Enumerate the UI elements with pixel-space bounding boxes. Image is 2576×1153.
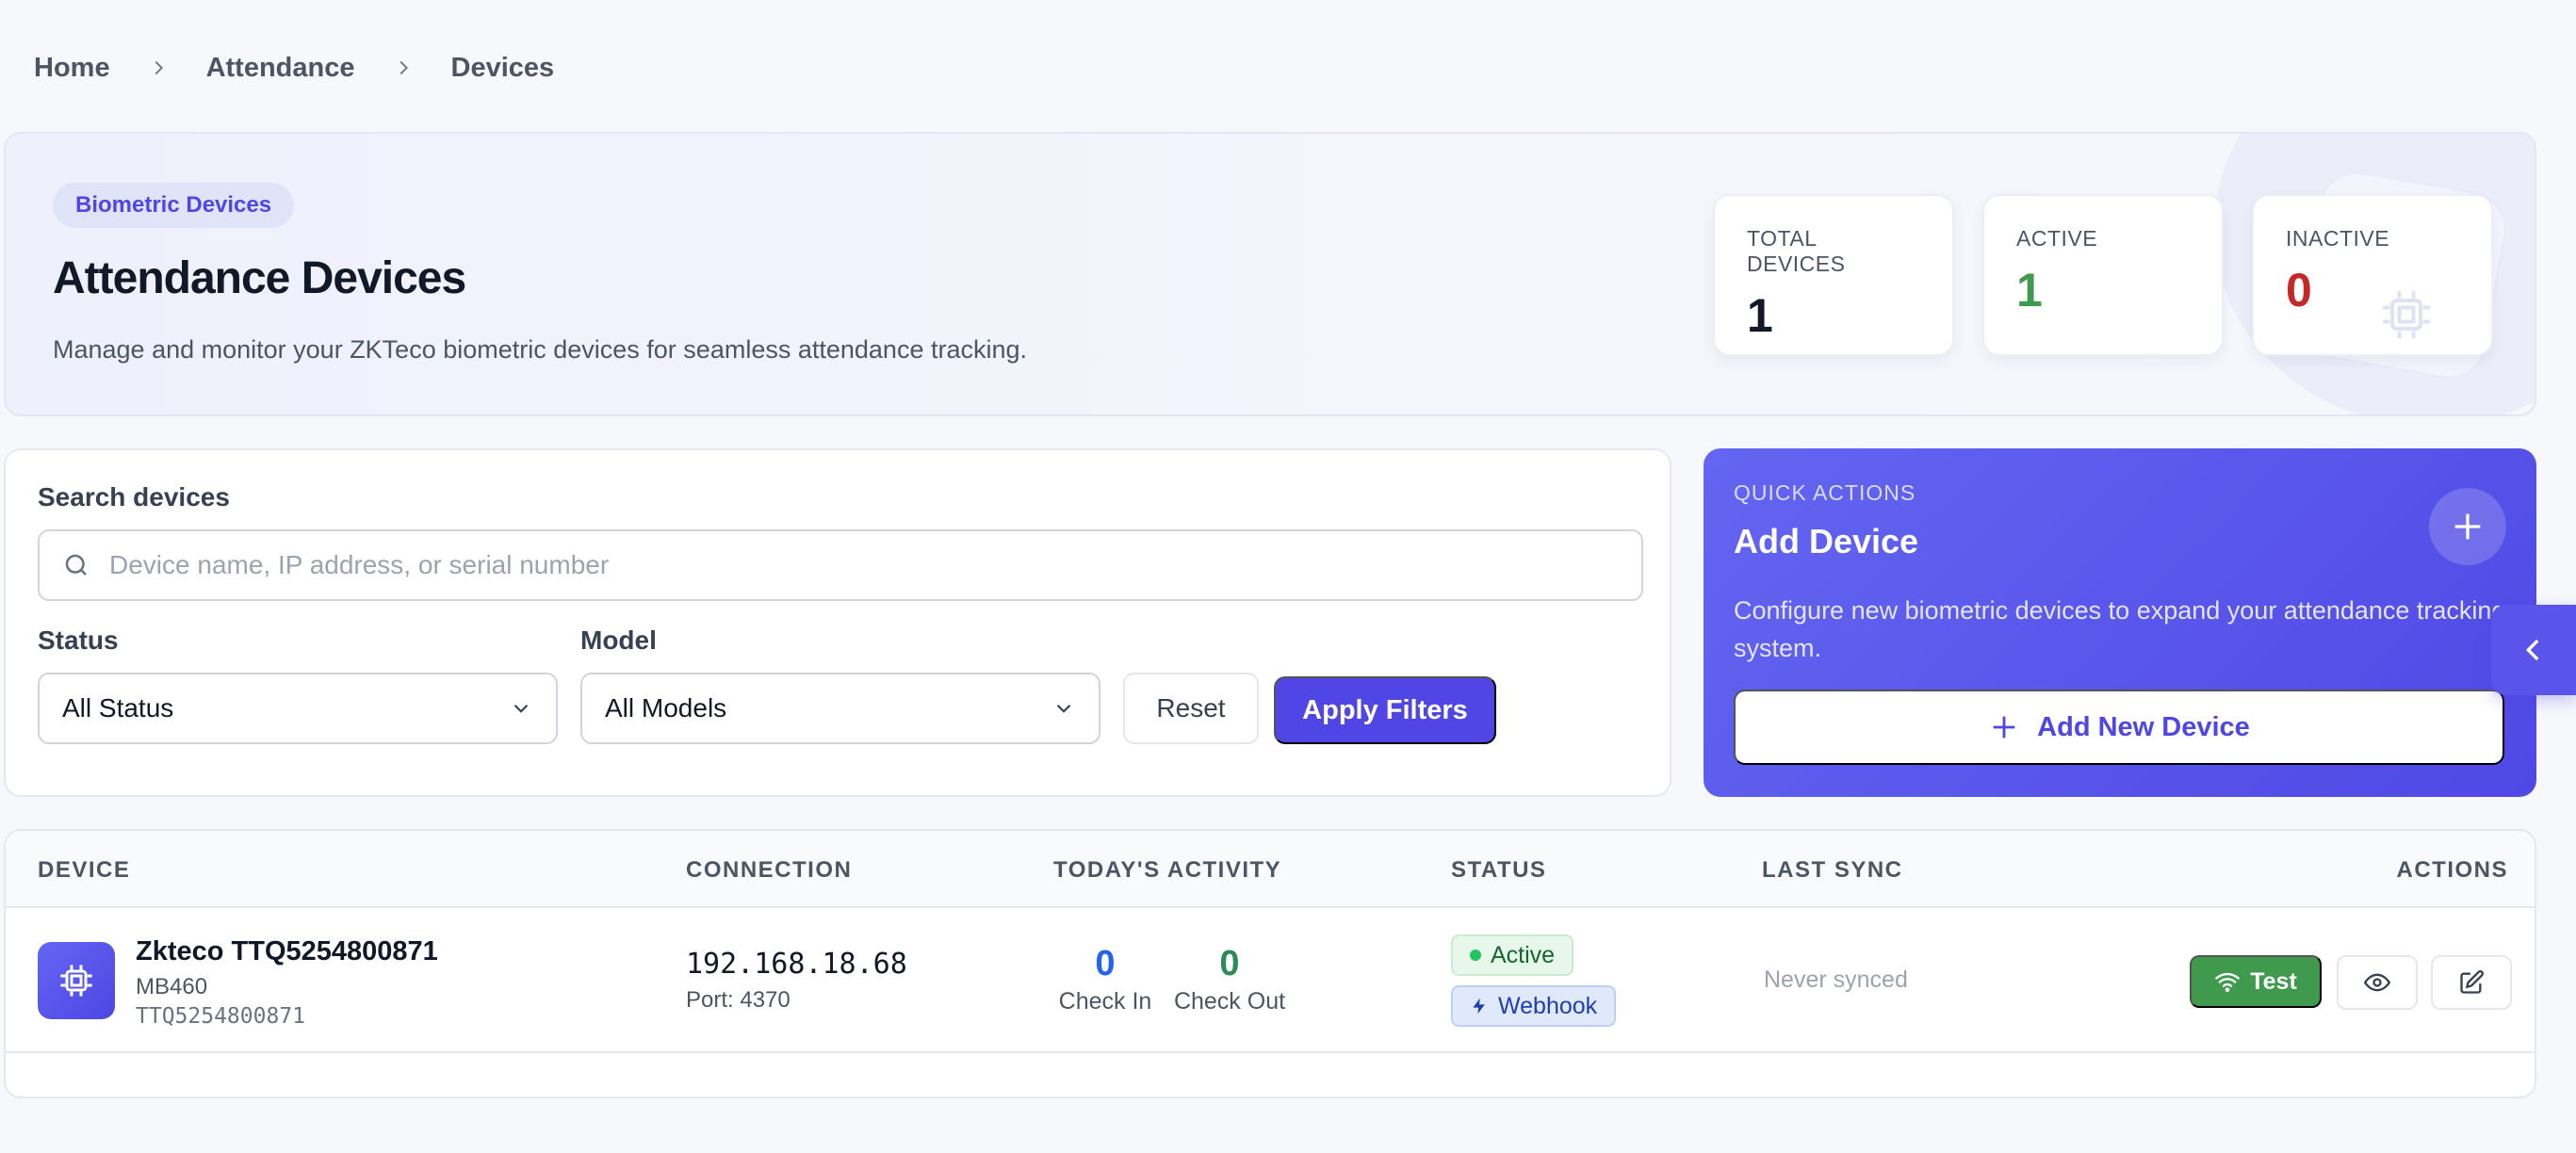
table-row: Zkteco TTQ5254800871 MB460 TTQ5254800871… — [6, 908, 2535, 1053]
model-selected-value: All Models — [605, 693, 727, 723]
chevron-down-icon — [514, 704, 529, 713]
check-out-label: Check Out — [1173, 988, 1286, 1015]
add-new-device-button[interactable]: Add New Device — [1734, 690, 2504, 765]
edit-device-button[interactable] — [2431, 955, 2512, 1010]
add-new-device-label: Add New Device — [2037, 711, 2250, 742]
breadcrumb-devices: Devices — [450, 52, 555, 83]
chevron-right-icon — [148, 57, 169, 78]
stat-active: ACTIVE 1 — [1982, 194, 2224, 356]
chevron-left-icon — [2525, 639, 2539, 661]
check-in-value: 0 — [1095, 944, 1116, 983]
view-device-button[interactable] — [2337, 955, 2418, 1010]
status-text: Active — [1491, 941, 1556, 968]
quick-actions-title: Add Device — [1734, 522, 1919, 560]
plus-icon — [1993, 716, 2015, 739]
test-label: Test — [2250, 967, 2297, 995]
model-select[interactable]: All Models — [580, 673, 1101, 744]
stat-label: ACTIVE — [2016, 226, 2098, 251]
check-out-count: 0 Check Out — [1170, 944, 1289, 1015]
column-header-device: DEVICE — [38, 857, 131, 883]
check-in-count: 0 Check In — [1053, 944, 1157, 1015]
breadcrumb-attendance[interactable]: Attendance — [206, 53, 355, 84]
devices-table: DEVICE CONNECTION TODAY'S ACTIVITY STATU… — [4, 829, 2536, 1098]
quick-actions-description: Configure new biometric devices to expan… — [1734, 596, 2506, 662]
mode-text: Webhook — [1498, 992, 1598, 1019]
stat-label: TOTAL DEVICES — [1747, 226, 1846, 276]
status-select[interactable]: All Status — [38, 673, 558, 744]
category-badge: Biometric Devices — [53, 183, 295, 228]
model-label: Model — [580, 625, 657, 655]
column-header-status: STATUS — [1451, 857, 1547, 883]
device-ip: 192.168.18.68 — [686, 948, 907, 981]
column-header-activity: TODAY'S ACTIVITY — [1053, 857, 1282, 883]
search-field[interactable] — [38, 529, 1643, 601]
stat-inactive: INACTIVE 0 — [2252, 194, 2493, 356]
device-serial: TTQ5254800871 — [136, 1004, 306, 1029]
stat-value: 1 — [2016, 264, 2043, 317]
edit-icon — [2460, 970, 2484, 994]
page-header: Biometric Devices Attendance Devices Man… — [4, 132, 2536, 416]
wifi-icon — [2215, 972, 2241, 993]
last-sync-text: Never synced — [1764, 966, 1908, 993]
test-connection-button[interactable]: Test — [2190, 955, 2322, 1008]
device-chip-icon — [38, 942, 115, 1019]
breadcrumb-home[interactable]: Home — [34, 53, 110, 84]
column-header-actions: ACTIONS — [2396, 857, 2508, 883]
quick-actions-kicker: QUICK ACTIONS — [1734, 480, 1916, 505]
plus-icon — [2454, 513, 2481, 540]
add-device-plus-button[interactable] — [2429, 488, 2506, 565]
eye-icon — [2364, 973, 2390, 992]
device-model: MB460 — [136, 974, 208, 999]
status-dot-icon — [1470, 950, 1481, 961]
status-selected-value: All Status — [62, 693, 174, 723]
status-label: Status — [38, 625, 119, 655]
search-icon — [65, 554, 87, 576]
column-header-last-sync: LAST SYNC — [1762, 857, 1903, 883]
check-in-label: Check In — [1058, 988, 1152, 1015]
page-subtitle: Manage and monitor your ZKTeco biometric… — [53, 335, 1028, 364]
breadcrumb: Home Attendance Devices — [34, 49, 554, 87]
chevron-right-icon — [393, 57, 414, 78]
device-port: Port: 4370 — [686, 987, 791, 1013]
quick-actions-card: QUICK ACTIONS Add Device Configure new b… — [1704, 448, 2536, 797]
search-input[interactable] — [109, 550, 1617, 580]
apply-filters-button[interactable]: Apply Filters — [1274, 676, 1496, 744]
stat-label: INACTIVE — [2286, 226, 2390, 251]
page-title: Attendance Devices — [53, 253, 466, 303]
status-badge: Active — [1451, 934, 1574, 976]
sidebar-toggle-button[interactable] — [2491, 605, 2576, 695]
stat-total-devices: TOTAL DEVICES 1 — [1713, 194, 1954, 356]
filter-panel: Search devices Status All Status Model A… — [4, 448, 1671, 797]
reset-button[interactable]: Reset — [1123, 673, 1259, 744]
search-label: Search devices — [38, 482, 230, 512]
column-header-connection: CONNECTION — [686, 857, 853, 883]
check-out-value: 0 — [1219, 944, 1240, 983]
bolt-icon — [1473, 998, 1485, 1015]
table-header: DEVICE CONNECTION TODAY'S ACTIVITY STATU… — [6, 831, 2535, 908]
chip-icon — [2383, 291, 2430, 338]
chevron-down-icon — [1056, 704, 1071, 713]
stat-value: 1 — [1747, 289, 1773, 342]
mode-badge: Webhook — [1451, 985, 1617, 1027]
device-name[interactable]: Zkteco TTQ5254800871 — [136, 936, 438, 967]
